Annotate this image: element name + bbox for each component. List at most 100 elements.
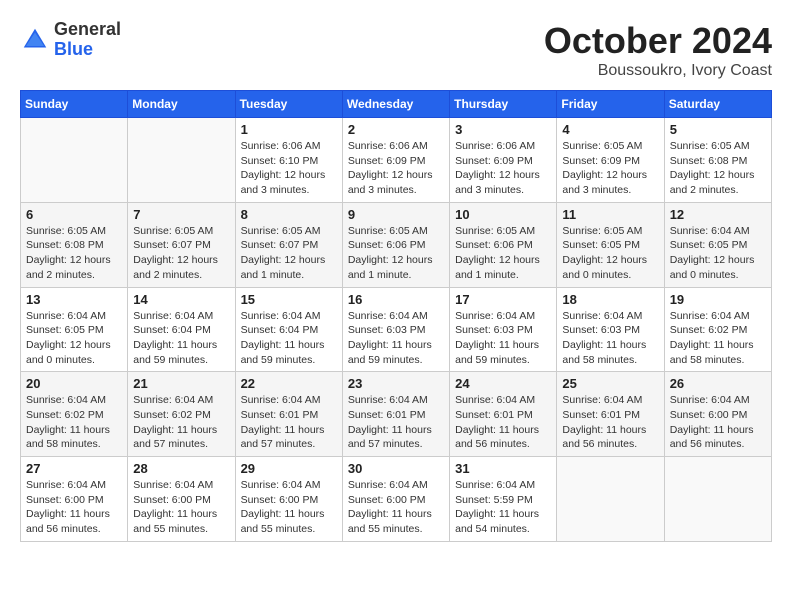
day-info: Sunrise: 6:04 AM Sunset: 6:03 PM Dayligh… <box>455 309 551 368</box>
calendar-cell: 28Sunrise: 6:04 AM Sunset: 6:00 PM Dayli… <box>128 457 235 542</box>
day-number: 11 <box>562 207 658 222</box>
day-number: 30 <box>348 461 444 476</box>
calendar-cell: 16 Sunrise: 6:04 AM Sunset: 6:03 PM Dayli… <box>342 287 449 372</box>
logo-icon <box>20 25 50 55</box>
day-number: 23 <box>348 376 444 391</box>
calendar-cell: 20Sunrise: 6:04 AM Sunset: 6:02 PM Dayli… <box>21 372 128 457</box>
day-number: 15 <box>241 292 337 307</box>
day-info: Sunrise: 6:05 AM Sunset: 6:08 PM Dayligh… <box>670 139 766 198</box>
calendar-cell: 8Sunrise: 6:05 AM Sunset: 6:07 PM Daylig… <box>235 202 342 287</box>
title-area: October 2024 Boussoukro, Ivory Coast <box>544 20 772 80</box>
page-header: General Blue October 2024 Boussoukro, Iv… <box>20 20 772 80</box>
day-number: 6 <box>26 207 122 222</box>
calendar-cell: 14 Sunrise: 6:04 AM Sunset: 6:04 PM Dayli… <box>128 287 235 372</box>
day-info: Sunrise: 6:04 AM Sunset: 6:01 PM Dayligh… <box>348 393 444 452</box>
logo-general: General <box>54 20 121 40</box>
day-info: Sunrise: 6:05 AM Sunset: 6:09 PM Dayligh… <box>562 139 658 198</box>
calendar-cell: 6 Sunrise: 6:05 AM Sunset: 6:08 PM Daylig… <box>21 202 128 287</box>
logo: General Blue <box>20 20 121 60</box>
day-info: Sunrise: 6:04 AM Sunset: 6:02 PM Dayligh… <box>26 393 122 452</box>
calendar-cell: 21 Sunrise: 6:04 AM Sunset: 6:02 PM Dayli… <box>128 372 235 457</box>
calendar-cell: 2Sunrise: 6:06 AM Sunset: 6:09 PM Daylig… <box>342 118 449 203</box>
day-number: 9 <box>348 207 444 222</box>
day-info: Sunrise: 6:05 AM Sunset: 6:08 PM Dayligh… <box>26 224 122 283</box>
calendar-week-row: 27 Sunrise: 6:04 AM Sunset: 6:00 PM Dayli… <box>21 457 772 542</box>
calendar-cell: 22 Sunrise: 6:04 AM Sunset: 6:01 PM Dayli… <box>235 372 342 457</box>
calendar-cell <box>128 118 235 203</box>
day-info: Sunrise: 6:05 AM Sunset: 6:06 PM Dayligh… <box>455 224 551 283</box>
weekday-header-monday: Monday <box>128 91 235 118</box>
calendar-cell: 3 Sunrise: 6:06 AM Sunset: 6:09 PM Daylig… <box>450 118 557 203</box>
day-number: 31 <box>455 461 551 476</box>
calendar-cell: 18 Sunrise: 6:04 AM Sunset: 6:03 PM Dayli… <box>557 287 664 372</box>
logo-blue: Blue <box>54 40 121 60</box>
day-info: Sunrise: 6:04 AM Sunset: 6:00 PM Dayligh… <box>348 478 444 537</box>
calendar-cell <box>664 457 771 542</box>
day-info: Sunrise: 6:06 AM Sunset: 6:09 PM Dayligh… <box>455 139 551 198</box>
calendar-cell <box>557 457 664 542</box>
calendar-cell: 15 Sunrise: 6:04 AM Sunset: 6:04 PM Dayli… <box>235 287 342 372</box>
calendar-cell: 1 Sunrise: 6:06 AM Sunset: 6:10 PM Daylig… <box>235 118 342 203</box>
day-number: 27 <box>26 461 122 476</box>
day-info: Sunrise: 6:04 AM Sunset: 6:05 PM Dayligh… <box>670 224 766 283</box>
weekday-header-friday: Friday <box>557 91 664 118</box>
day-number: 1 <box>241 122 337 137</box>
day-number: 21 <box>133 376 229 391</box>
day-info: Sunrise: 6:05 AM Sunset: 6:05 PM Dayligh… <box>562 224 658 283</box>
weekday-header-row: SundayMondayTuesdayWednesdayThursdayFrid… <box>21 91 772 118</box>
day-number: 3 <box>455 122 551 137</box>
calendar-cell: 4 Sunrise: 6:05 AM Sunset: 6:09 PM Daylig… <box>557 118 664 203</box>
calendar-week-row: 1 Sunrise: 6:06 AM Sunset: 6:10 PM Daylig… <box>21 118 772 203</box>
calendar-cell: 10 Sunrise: 6:05 AM Sunset: 6:06 PM Dayli… <box>450 202 557 287</box>
day-number: 24 <box>455 376 551 391</box>
calendar-cell: 27Sunrise: 6:04 AM Sunset: 6:00 PM Dayli… <box>21 457 128 542</box>
day-info: Sunrise: 6:04 AM Sunset: 6:01 PM Dayligh… <box>241 393 337 452</box>
day-info: Sunrise: 6:04 AM Sunset: 6:01 PM Dayligh… <box>562 393 658 452</box>
logo-text: General Blue <box>54 20 121 60</box>
day-number: 12 <box>670 207 766 222</box>
calendar-cell: 9Sunrise: 6:05 AM Sunset: 6:06 PM Daylig… <box>342 202 449 287</box>
day-info: Sunrise: 6:04 AM Sunset: 6:04 PM Dayligh… <box>133 309 229 368</box>
day-number: 7 <box>133 207 229 222</box>
calendar-table: SundayMondayTuesdayWednesdayThursdayFrid… <box>20 90 772 542</box>
day-number: 16 <box>348 292 444 307</box>
day-info: Sunrise: 6:04 AM Sunset: 5:59 PM Dayligh… <box>455 478 551 537</box>
calendar-cell: 12 Sunrise: 6:04 AM Sunset: 6:05 PM Dayli… <box>664 202 771 287</box>
calendar-cell: 19Sunrise: 6:04 AM Sunset: 6:02 PM Dayli… <box>664 287 771 372</box>
calendar-week-row: 13Sunrise: 6:04 AM Sunset: 6:05 PM Dayli… <box>21 287 772 372</box>
calendar-cell: 24 Sunrise: 6:04 AM Sunset: 6:01 PM Dayli… <box>450 372 557 457</box>
day-number: 29 <box>241 461 337 476</box>
day-number: 19 <box>670 292 766 307</box>
day-info: Sunrise: 6:04 AM Sunset: 6:00 PM Dayligh… <box>670 393 766 452</box>
day-info: Sunrise: 6:05 AM Sunset: 6:07 PM Dayligh… <box>133 224 229 283</box>
weekday-header-wednesday: Wednesday <box>342 91 449 118</box>
day-info: Sunrise: 6:06 AM Sunset: 6:09 PM Dayligh… <box>348 139 444 198</box>
month-title: October 2024 <box>544 20 772 62</box>
calendar-cell: 7 Sunrise: 6:05 AM Sunset: 6:07 PM Daylig… <box>128 202 235 287</box>
day-info: Sunrise: 6:06 AM Sunset: 6:10 PM Dayligh… <box>241 139 337 198</box>
day-number: 28 <box>133 461 229 476</box>
day-number: 14 <box>133 292 229 307</box>
calendar-cell <box>21 118 128 203</box>
calendar-cell: 25Sunrise: 6:04 AM Sunset: 6:01 PM Dayli… <box>557 372 664 457</box>
calendar-cell: 23 Sunrise: 6:04 AM Sunset: 6:01 PM Dayli… <box>342 372 449 457</box>
weekday-header-sunday: Sunday <box>21 91 128 118</box>
day-info: Sunrise: 6:04 AM Sunset: 6:04 PM Dayligh… <box>241 309 337 368</box>
day-info: Sunrise: 6:04 AM Sunset: 6:02 PM Dayligh… <box>133 393 229 452</box>
day-number: 18 <box>562 292 658 307</box>
day-number: 26 <box>670 376 766 391</box>
calendar-cell: 31 Sunrise: 6:04 AM Sunset: 5:59 PM Dayli… <box>450 457 557 542</box>
weekday-header-thursday: Thursday <box>450 91 557 118</box>
day-number: 22 <box>241 376 337 391</box>
day-info: Sunrise: 6:04 AM Sunset: 6:03 PM Dayligh… <box>562 309 658 368</box>
day-info: Sunrise: 6:04 AM Sunset: 6:03 PM Dayligh… <box>348 309 444 368</box>
calendar-cell: 26 Sunrise: 6:04 AM Sunset: 6:00 PM Dayli… <box>664 372 771 457</box>
day-number: 4 <box>562 122 658 137</box>
calendar-week-row: 6 Sunrise: 6:05 AM Sunset: 6:08 PM Daylig… <box>21 202 772 287</box>
calendar-cell: 29Sunrise: 6:04 AM Sunset: 6:00 PM Dayli… <box>235 457 342 542</box>
day-info: Sunrise: 6:04 AM Sunset: 6:01 PM Dayligh… <box>455 393 551 452</box>
day-number: 17 <box>455 292 551 307</box>
day-number: 8 <box>241 207 337 222</box>
calendar-cell: 5Sunrise: 6:05 AM Sunset: 6:08 PM Daylig… <box>664 118 771 203</box>
day-number: 10 <box>455 207 551 222</box>
